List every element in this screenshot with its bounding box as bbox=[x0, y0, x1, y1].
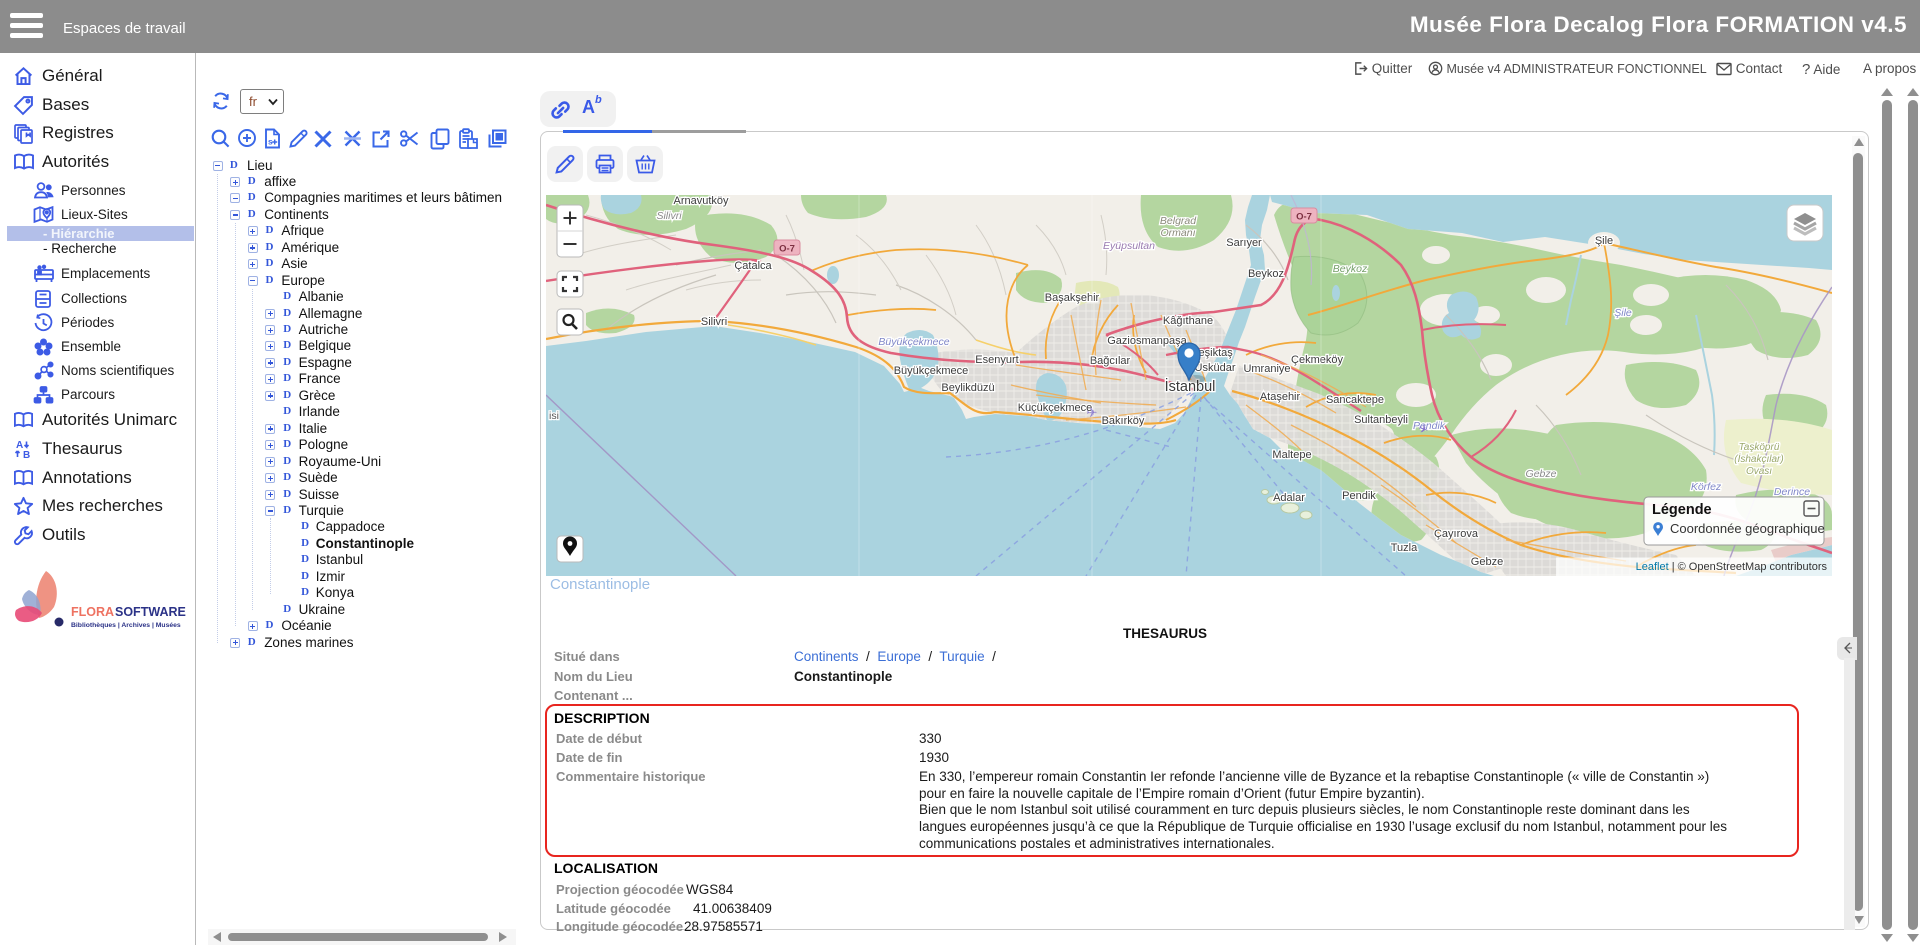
svg-text:Şile: Şile bbox=[1614, 307, 1632, 319]
svg-text:Arnavutköy: Arnavutköy bbox=[673, 195, 729, 207]
svg-text:Gaziosmanpaşa: Gaziosmanpaşa bbox=[1107, 335, 1187, 347]
svg-text:O-7: O-7 bbox=[1296, 212, 1312, 223]
svg-text:Derince: Derince bbox=[1774, 486, 1810, 498]
svg-text:Küçükçekmece: Küçükçekmece bbox=[1018, 402, 1093, 414]
svg-text:Şile: Şile bbox=[1595, 235, 1613, 247]
svg-text:O-7: O-7 bbox=[779, 244, 795, 255]
svg-text:Ormanı: Ormanı bbox=[1160, 227, 1195, 239]
svg-text:Légende: Légende bbox=[1652, 502, 1712, 518]
svg-text:(İshakçılar): (İshakçılar) bbox=[1734, 453, 1783, 465]
svg-text:Bibliothèques | Archives | Mus: Bibliothèques | Archives | Musées bbox=[71, 622, 181, 629]
svg-text:Sarıyer: Sarıyer bbox=[1226, 237, 1262, 249]
svg-text:Çekmeköy: Çekmeköy bbox=[1291, 354, 1343, 366]
svg-text:Beykoz: Beykoz bbox=[1248, 268, 1284, 280]
svg-text:Başakşehir: Başakşehir bbox=[1045, 292, 1100, 304]
svg-text:Çatalca: Çatalca bbox=[734, 260, 772, 272]
svg-text:Coordonnée géographique: Coordonnée géographique bbox=[1670, 521, 1825, 536]
svg-text:Kâğıthane: Kâğıthane bbox=[1163, 315, 1213, 327]
svg-text:Beykoz: Beykoz bbox=[1333, 263, 1368, 275]
svg-text:Ataşehir: Ataşehir bbox=[1260, 391, 1301, 403]
svg-text:Eyüpsultan: Eyüpsultan bbox=[1103, 240, 1155, 252]
svg-text:Büyükçekmece: Büyükçekmece bbox=[894, 365, 969, 377]
svg-text:Esenyurt: Esenyurt bbox=[975, 354, 1018, 366]
svg-text:Sultanbeyli: Sultanbeyli bbox=[1354, 414, 1408, 426]
svg-text:SOFTWARE: SOFTWARE bbox=[115, 605, 186, 619]
svg-text:isi: isi bbox=[549, 410, 559, 422]
svg-text:Ovası: Ovası bbox=[1746, 466, 1772, 477]
svg-text:Gebze: Gebze bbox=[1471, 556, 1503, 568]
svg-text:Sancaktepe: Sancaktepe bbox=[1326, 394, 1384, 406]
svg-text:Silivri: Silivri bbox=[656, 210, 682, 222]
svg-text:Umraniye: Umraniye bbox=[1243, 363, 1290, 375]
svg-text:FLORA: FLORA bbox=[71, 605, 114, 619]
svg-text:Bakırköy: Bakırköy bbox=[1102, 415, 1145, 427]
svg-text:Belgrad: Belgrad bbox=[1160, 215, 1197, 227]
svg-text:Pendik: Pendik bbox=[1342, 490, 1376, 502]
svg-text:Leaflet | © OpenStreetMap cont: Leaflet | © OpenStreetMap contributors bbox=[1636, 561, 1828, 573]
svg-text:Beylikdüzü: Beylikdüzü bbox=[941, 382, 994, 394]
svg-text:Gebze: Gebze bbox=[1526, 468, 1557, 480]
svg-text:Silivri: Silivri bbox=[701, 316, 727, 328]
svg-text:Bağcılar: Bağcılar bbox=[1090, 355, 1131, 367]
svg-text:Körfez: Körfez bbox=[1691, 481, 1722, 493]
svg-text:Büyükçekmece: Büyükçekmece bbox=[878, 336, 949, 348]
svg-text:Adalar: Adalar bbox=[1273, 492, 1305, 504]
svg-text:Tuzla: Tuzla bbox=[1391, 542, 1418, 554]
svg-text:Çayırova: Çayırova bbox=[1434, 528, 1479, 540]
svg-text:Maltepe: Maltepe bbox=[1272, 449, 1311, 461]
svg-text:B: B bbox=[23, 450, 30, 460]
svg-text:Taşköprü: Taşköprü bbox=[1739, 442, 1780, 453]
svg-text:Üsküdar: Üsküdar bbox=[1195, 362, 1236, 374]
